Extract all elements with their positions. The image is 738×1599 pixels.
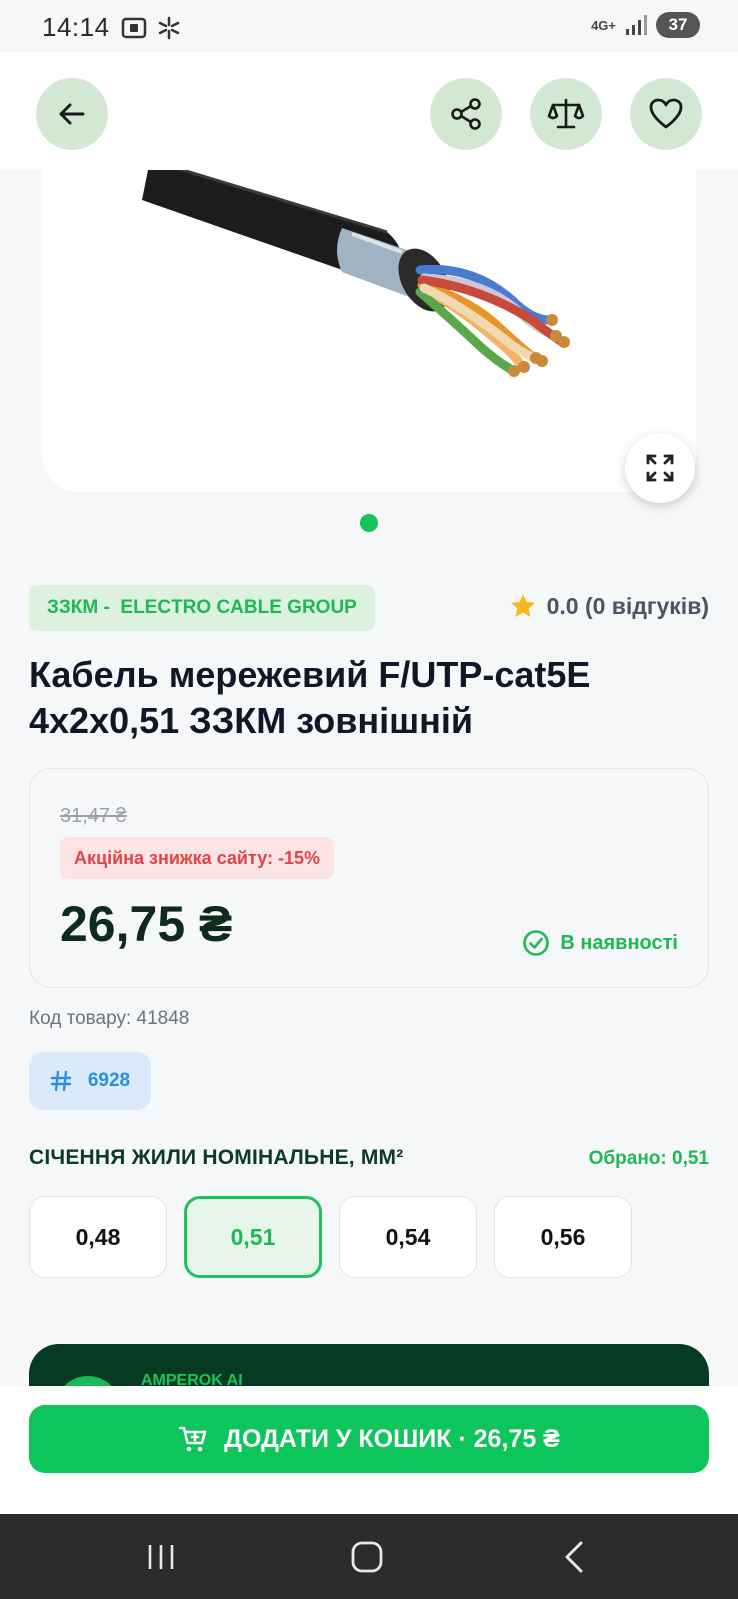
product-image[interactable] bbox=[42, 170, 696, 492]
gallery-page-dot[interactable] bbox=[360, 514, 378, 532]
arrow-left-icon bbox=[59, 103, 85, 125]
status-bar: 14:14 4G+ 37 bbox=[0, 0, 738, 52]
cable-illustration bbox=[142, 170, 570, 377]
add-to-cart-button[interactable]: ДОДАТИ У КОШИК · 26,75 ₴ bbox=[29, 1405, 709, 1473]
price-card: 31,47 ₴ Акційна знижка сайту: -15% 26,75… bbox=[29, 768, 709, 988]
system-nav-bar bbox=[0, 1514, 738, 1599]
tag-label: 6928 bbox=[87, 1070, 131, 1091]
rating[interactable]: 0.0 (0 відгуків) bbox=[509, 592, 709, 620]
hash-icon bbox=[50, 1070, 72, 1092]
status-time: 14:14 bbox=[42, 12, 110, 42]
current-price: 26,75 ₴ bbox=[60, 896, 233, 952]
product-title: Кабель мережевий F/UTP-cat5E 4х2х0,51 ЗЗ… bbox=[29, 654, 591, 741]
option-0-51[interactable]: 0,51 bbox=[184, 1196, 322, 1278]
tag-chip[interactable]: 6928 bbox=[29, 1052, 151, 1110]
cart-icon bbox=[178, 1426, 207, 1452]
expand-button[interactable] bbox=[625, 433, 695, 503]
screenshot-icon bbox=[121, 17, 147, 39]
signal-icon bbox=[626, 15, 647, 35]
old-price: 31,47 ₴ bbox=[60, 805, 127, 827]
top-nav bbox=[0, 52, 738, 170]
expand-icon bbox=[646, 454, 674, 482]
back-nav-icon[interactable] bbox=[562, 1540, 586, 1574]
discount-badge: Акційна знижка сайту: -15% bbox=[60, 837, 335, 879]
availability-status: В наявності bbox=[522, 929, 678, 957]
product-gallery[interactable] bbox=[0, 170, 738, 540]
back-button[interactable] bbox=[36, 78, 108, 150]
option-0-56[interactable]: 0,56 bbox=[494, 1196, 632, 1278]
add-to-cart-label: ДОДАТИ У КОШИК · 26,75 ₴ bbox=[224, 1424, 560, 1453]
share-icon bbox=[451, 98, 481, 130]
recent-apps-icon[interactable] bbox=[146, 1542, 176, 1572]
favorite-button[interactable] bbox=[630, 78, 702, 150]
option-title: СІЧЕННЯ ЖИЛИ НОМІНАЛЬНЕ, ММ² bbox=[29, 1146, 404, 1169]
heart-icon bbox=[649, 98, 683, 129]
compare-button[interactable] bbox=[530, 78, 602, 150]
rating-text: 0.0 (0 відгуків) bbox=[546, 592, 709, 619]
option-selected-label: Обрано: 0,51 bbox=[588, 1148, 709, 1169]
brand-chip[interactable]: ЗЗКМ - ELECTRO CABLE GROUP bbox=[29, 585, 375, 631]
option-0-48[interactable]: 0,48 bbox=[29, 1196, 167, 1278]
check-circle-icon bbox=[523, 930, 550, 956]
product-code: Код товару: 41848 bbox=[29, 1008, 190, 1029]
network-type: 4G+ bbox=[591, 17, 616, 33]
home-icon[interactable] bbox=[350, 1540, 384, 1574]
availability-text: В наявності bbox=[560, 931, 678, 954]
bottom-bar: ДОДАТИ У КОШИК · 26,75 ₴ bbox=[0, 1386, 738, 1514]
sparkle-icon bbox=[158, 16, 180, 40]
scales-icon bbox=[547, 98, 585, 129]
option-0-54[interactable]: 0,54 bbox=[339, 1196, 477, 1278]
share-button[interactable] bbox=[430, 78, 502, 150]
battery-indicator: 37 bbox=[656, 12, 700, 38]
star-icon bbox=[510, 594, 535, 617]
